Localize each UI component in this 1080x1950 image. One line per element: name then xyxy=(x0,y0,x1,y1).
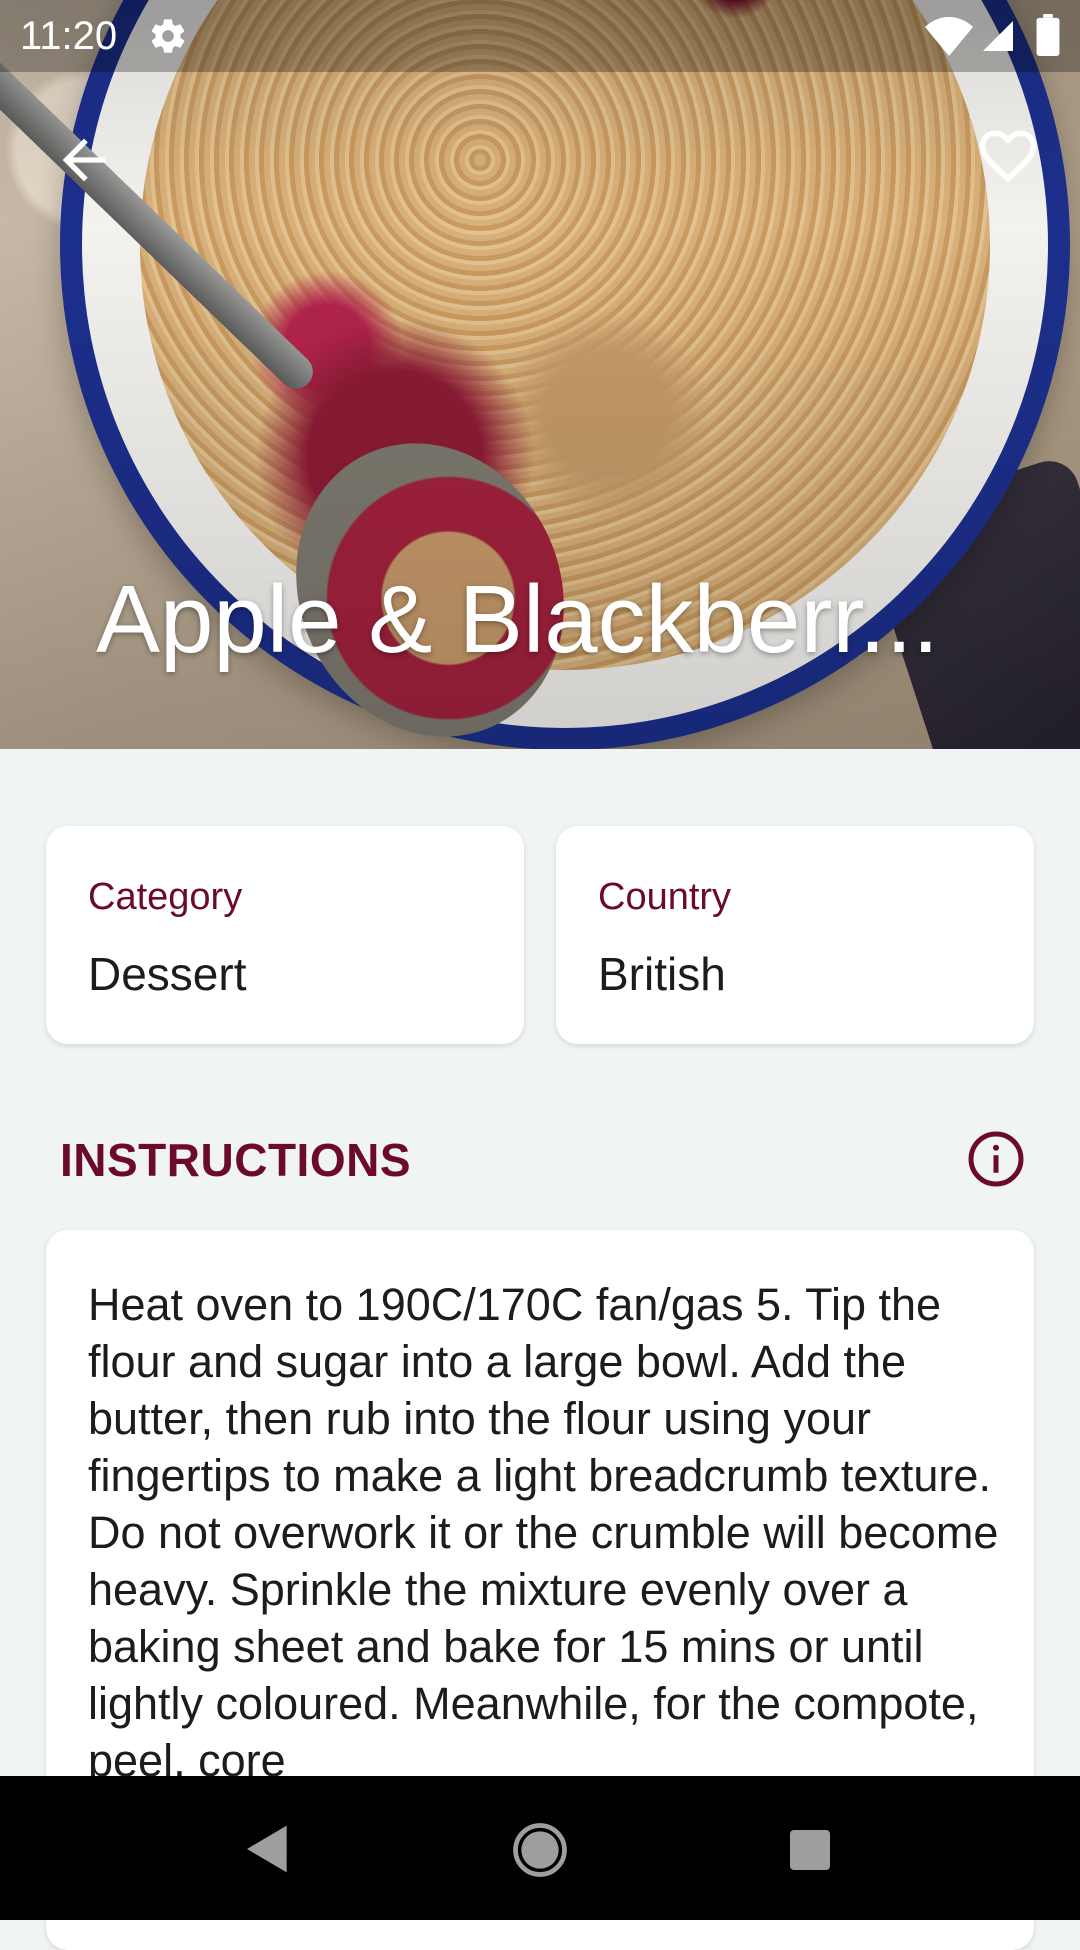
battery-icon xyxy=(1036,14,1060,56)
instructions-heading: INSTRUCTIONS xyxy=(60,1134,411,1186)
country-card: Country British xyxy=(556,826,1034,1044)
gear-icon xyxy=(151,19,185,53)
info-icon[interactable] xyxy=(966,1129,1026,1189)
favorite-heart-icon[interactable] xyxy=(972,122,1044,190)
country-value: British xyxy=(598,948,726,1000)
back-arrow-icon[interactable] xyxy=(52,128,116,192)
instructions-text: Heat oven to 190C/170C fan/gas 5. Tip th… xyxy=(88,1279,999,1786)
nav-recents-icon[interactable] xyxy=(786,1826,834,1874)
country-label: Country xyxy=(598,876,732,918)
wifi-icon xyxy=(925,17,973,56)
category-label: Category xyxy=(88,876,243,918)
nav-back-icon[interactable] xyxy=(240,1820,296,1878)
signal-icon xyxy=(983,21,1013,51)
status-time: 11:20 xyxy=(20,14,118,58)
category-value: Dessert xyxy=(88,948,247,1000)
navigation-bar xyxy=(0,1776,1080,1920)
nav-home-icon[interactable] xyxy=(512,1822,568,1878)
status-bar: 11:20 xyxy=(0,0,1080,72)
category-card: Category Dessert xyxy=(46,826,524,1044)
recipe-title: Apple & Blackberr... xyxy=(96,566,940,673)
